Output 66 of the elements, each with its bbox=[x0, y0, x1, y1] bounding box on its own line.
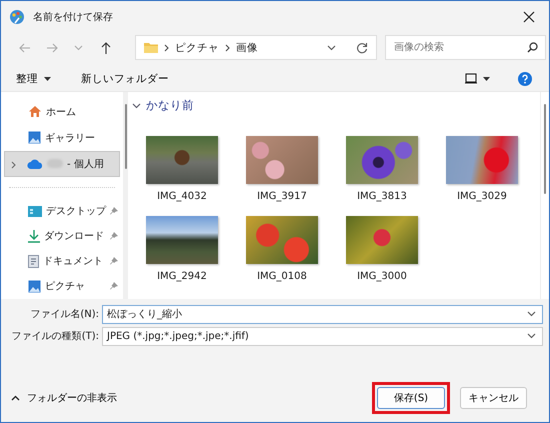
chevron-right-icon bbox=[164, 44, 169, 52]
close-icon bbox=[523, 10, 535, 23]
sidebar-item[interactable]: - 個人用 bbox=[4, 150, 120, 177]
refresh-icon[interactable] bbox=[356, 42, 368, 54]
organize-button[interactable]: 整理 bbox=[11, 68, 56, 89]
search-icon bbox=[527, 42, 538, 54]
file-name-label: IMG_3917 bbox=[257, 190, 307, 202]
sidebar-label: ダウンロード bbox=[44, 230, 105, 244]
palette-icon bbox=[9, 8, 25, 25]
cloud-icon bbox=[27, 158, 43, 169]
sidebar-label: - 個人用 bbox=[67, 158, 104, 171]
window-title: 名前を付けて保存 bbox=[33, 10, 114, 24]
hide-folders-button[interactable]: フォルダーの非表示 bbox=[11, 390, 117, 405]
sidebar-label: ホーム bbox=[46, 106, 76, 119]
folder-icon bbox=[144, 42, 158, 54]
sidebar-item[interactable]: ホーム bbox=[1, 98, 123, 125]
breadcrumb-item[interactable]: ピクチャ bbox=[175, 40, 219, 55]
caret-icon bbox=[483, 76, 490, 81]
file-name-label: IMG_2942 bbox=[157, 270, 207, 282]
chevron-down-icon bbox=[74, 44, 83, 51]
caret-icon bbox=[44, 76, 51, 81]
desktop-icon bbox=[28, 206, 42, 217]
help-icon bbox=[518, 72, 532, 86]
sidebar-label: ドキュメント bbox=[43, 255, 104, 268]
save-button[interactable]: 保存(S) bbox=[377, 386, 445, 409]
address-bar[interactable]: ピクチャ 画像 bbox=[135, 35, 377, 60]
photo-placeholder[interactable] bbox=[146, 216, 218, 264]
chevron-down-icon bbox=[527, 333, 536, 340]
sidebar-label: デスクトップ bbox=[46, 204, 106, 218]
sidebar-item[interactable]: ピクチャ bbox=[1, 274, 123, 299]
sidebar-item[interactable]: デスクトップ bbox=[1, 198, 123, 224]
field-label: ファイル名(N): bbox=[29, 308, 99, 322]
up-arrow-icon bbox=[100, 42, 110, 54]
scrollbar-thumb[interactable] bbox=[124, 104, 126, 169]
breadcrumb-item[interactable]: 画像 bbox=[236, 40, 258, 55]
back-arrow-icon bbox=[18, 42, 30, 53]
sidebar-label: ギャラリー bbox=[45, 132, 95, 145]
chevron-down-icon bbox=[527, 311, 536, 318]
document-icon bbox=[28, 254, 39, 268]
file-name-label: IMG_3813 bbox=[357, 190, 407, 202]
monitor-icon bbox=[465, 73, 477, 84]
chevron-right-icon bbox=[225, 44, 230, 52]
file-name-field[interactable]: 松ぼっくり_縮小 bbox=[102, 304, 543, 324]
photo-placeholder[interactable] bbox=[346, 136, 418, 184]
scrollbar-thumb[interactable] bbox=[544, 104, 546, 194]
new-folder-button[interactable]: 新しいフォルダー bbox=[76, 68, 174, 89]
sidebar-item[interactable]: ドキュメント bbox=[1, 248, 123, 274]
picture-icon bbox=[28, 280, 41, 293]
forward-arrow-icon bbox=[46, 42, 58, 53]
file-name-label: IMG_3029 bbox=[457, 190, 507, 202]
chevron-down-icon bbox=[327, 44, 336, 51]
chevron-up-icon bbox=[11, 394, 20, 401]
file-type-dropdown[interactable]: JPEG (*.jpg;*.jpeg;*.jpe;*.jfif) bbox=[102, 326, 543, 346]
download-icon bbox=[28, 230, 40, 243]
file-name-label: IMG_3000 bbox=[357, 270, 407, 282]
sidebar-item[interactable]: ダウンロード bbox=[1, 224, 123, 249]
sidebar-item[interactable]: ギャラリー bbox=[1, 124, 123, 151]
file-name-label: IMG_4032 bbox=[157, 190, 207, 202]
sidebar-label: ピクチャ bbox=[45, 280, 86, 294]
picture-icon bbox=[28, 131, 41, 144]
file-name-label: IMG_0108 bbox=[257, 270, 307, 282]
search-field[interactable]: 画像の検索 bbox=[385, 35, 546, 60]
cancel-button[interactable]: キャンセル bbox=[460, 386, 527, 409]
group-header[interactable]: かなり前 bbox=[132, 96, 540, 115]
field-label: ファイルの種類(T): bbox=[10, 330, 99, 344]
house-icon bbox=[28, 105, 42, 118]
